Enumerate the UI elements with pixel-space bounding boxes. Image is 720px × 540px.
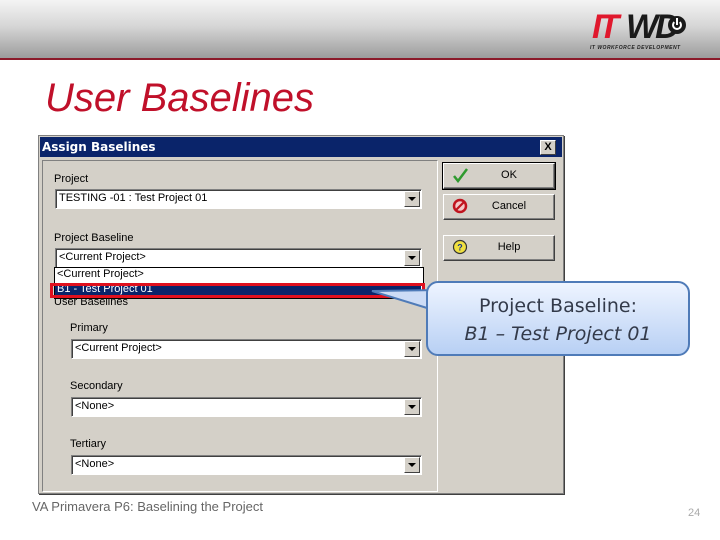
callout-line-1: Project Baseline:: [478, 295, 637, 317]
close-icon: X: [544, 141, 552, 153]
help-label: Help: [497, 241, 521, 253]
chevron-down-icon[interactable]: [404, 191, 420, 207]
close-button[interactable]: X: [540, 140, 556, 155]
help-button[interactable]: ? Help: [443, 235, 555, 261]
ok-button[interactable]: OK: [442, 162, 556, 190]
project-select[interactable]: TESTING -01 : Test Project 01: [55, 189, 422, 209]
chevron-down-icon[interactable]: [404, 457, 420, 473]
power-icon: [668, 16, 686, 34]
project-value: TESTING -01 : Test Project 01: [59, 192, 208, 204]
chevron-down-icon[interactable]: [404, 399, 420, 415]
project-baseline-select[interactable]: <Current Project>: [55, 248, 422, 268]
project-baseline-value: <Current Project>: [59, 251, 146, 263]
secondary-baseline-select[interactable]: <None>: [71, 397, 422, 417]
page-number: 24: [688, 507, 701, 519]
slide-title: User Baselines: [45, 76, 315, 120]
footer-text: VA Primavera P6: Baselining the Project: [32, 499, 263, 514]
secondary-label: Secondary: [70, 380, 123, 392]
secondary-value: <None>: [75, 400, 115, 412]
baseline-panel: Project TESTING -01 : Test Project 01 Pr…: [42, 160, 438, 492]
tertiary-label: Tertiary: [70, 438, 107, 450]
highlight-box: [50, 283, 425, 298]
callout-bubble: Project Baseline: B1 – Test Project 01: [426, 281, 690, 356]
project-label: Project: [54, 173, 89, 185]
cancel-button[interactable]: Cancel: [443, 194, 555, 220]
dropdown-option[interactable]: <Current Project>: [55, 268, 421, 282]
project-baseline-label: Project Baseline: [54, 232, 134, 244]
primary-baseline-select[interactable]: <Current Project>: [71, 339, 422, 359]
itwd-logo: IT WD IT WORKFORCE DEVELOPMENT: [590, 8, 690, 52]
dialog-title: Assign Baselines: [42, 140, 156, 154]
chevron-down-icon[interactable]: [404, 250, 420, 266]
chevron-down-icon[interactable]: [404, 341, 420, 357]
logo-it: IT: [592, 8, 619, 46]
cancel-label: Cancel: [491, 200, 527, 212]
primary-label: Primary: [70, 322, 108, 334]
logo-tagline: IT WORKFORCE DEVELOPMENT: [590, 45, 681, 51]
tertiary-baseline-select[interactable]: <None>: [71, 455, 422, 475]
dialog-titlebar[interactable]: Assign Baselines X: [40, 137, 562, 157]
tertiary-value: <None>: [75, 458, 115, 470]
callout-line-2: B1 – Test Project 01: [464, 323, 652, 345]
ok-label: OK: [501, 169, 517, 181]
primary-value: <Current Project>: [75, 342, 162, 354]
